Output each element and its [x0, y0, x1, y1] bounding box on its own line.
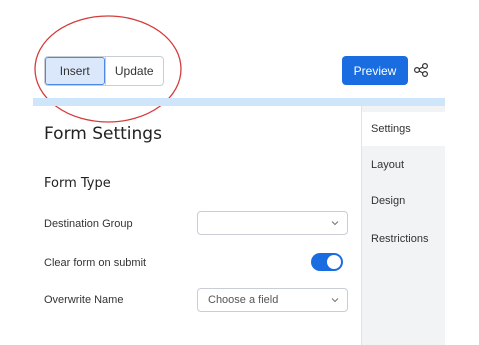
overwrite-name-placeholder: Choose a field	[208, 294, 279, 306]
sidebar-item-restrictions[interactable]: Restrictions	[362, 222, 446, 256]
destination-group-select[interactable]	[197, 211, 348, 235]
clear-form-toggle[interactable]	[311, 253, 343, 271]
toggle-knob	[327, 255, 341, 269]
update-button[interactable]: Update	[104, 57, 164, 85]
chevron-down-icon	[331, 221, 339, 226]
preview-button[interactable]: Preview	[342, 56, 408, 85]
chevron-down-icon	[331, 298, 339, 303]
destination-group-label: Destination Group	[44, 218, 133, 230]
overwrite-name-select[interactable]: Choose a field	[197, 288, 348, 312]
section-title: Form Type	[44, 176, 111, 191]
clear-form-label: Clear form on submit	[44, 257, 147, 269]
sidebar-item-settings[interactable]: Settings	[362, 112, 446, 146]
settings-sidebar: Settings Layout Design Restrictions	[361, 106, 446, 345]
insert-button[interactable]: Insert	[45, 57, 105, 85]
mode-segmented-control: Insert Update	[44, 56, 164, 86]
sidebar-item-layout[interactable]: Layout	[362, 148, 446, 182]
header-divider-band	[33, 98, 445, 106]
sidebar-item-design[interactable]: Design	[362, 184, 446, 218]
overwrite-name-label: Overwrite Name	[44, 294, 124, 306]
share-icon[interactable]	[413, 62, 429, 78]
page-title: Form Settings	[44, 124, 162, 144]
